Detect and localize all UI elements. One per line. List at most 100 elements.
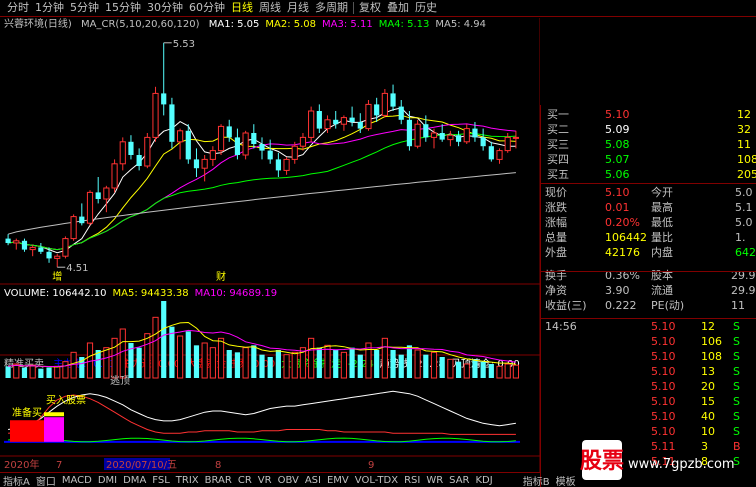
indicator-tab-12[interactable]: EMV — [324, 475, 352, 486]
indicator-tab-10[interactable]: OBV — [275, 475, 302, 486]
indicator-tab-17[interactable]: KDJ — [472, 475, 495, 486]
indicator-tab-18[interactable]: 指标B — [520, 473, 553, 487]
low-marker-label: 4.51 — [66, 263, 88, 274]
period-tab-9[interactable]: 多周期 — [312, 0, 351, 16]
candle-body — [423, 124, 429, 138]
volume-bar — [316, 347, 322, 378]
quote-panel: 买一 5.10 12 买二 5.09 32 买三 5.08 11 买四 5.07 108 买五 5.06 2… — [540, 105, 756, 487]
tick-row: 5.10 108 S — [541, 349, 756, 364]
volume-bar — [291, 351, 298, 379]
candle-body — [111, 163, 118, 189]
tick-volume: 106 — [701, 334, 722, 348]
indicator-tab-3[interactable]: DMI — [95, 475, 120, 486]
tick-volume: 10 — [701, 424, 715, 438]
bid-level-row: 买一 5.10 12 — [541, 107, 756, 122]
period-tab-10[interactable]: 复权 — [356, 0, 384, 16]
indicator-tab-0[interactable]: 指标A — [0, 473, 33, 487]
candle-body — [504, 136, 511, 152]
tick-time: 14:56 — [545, 319, 577, 333]
period-tab-7[interactable]: 周线 — [256, 0, 284, 16]
indicator-tab-16[interactable]: SAR — [446, 475, 472, 486]
indicator-tab-6[interactable]: TRIX — [173, 475, 202, 486]
candle-body — [267, 150, 273, 160]
candle-body — [308, 110, 315, 138]
volume-bar — [381, 337, 388, 379]
indicator-tab-15[interactable]: WR — [423, 475, 446, 486]
indicator-tab-5[interactable]: FSL — [149, 475, 173, 486]
indicator-tab-14[interactable]: RSI — [401, 475, 423, 486]
chart-svg[interactable]: 5.305.205.105.004.904.804.704.605.534.51… — [0, 18, 540, 472]
volume-bar — [496, 365, 503, 379]
watermark-url: www.7gpzb.com — [628, 457, 735, 472]
volume-bar — [423, 354, 429, 378]
indicator-tab-2[interactable]: MACD — [59, 475, 95, 486]
prepare-buy-block — [10, 420, 44, 442]
volume-bar — [103, 347, 110, 379]
period-tab-11[interactable]: 叠加 — [384, 0, 412, 16]
candle-body — [119, 141, 126, 165]
tick-price: 5.10 — [651, 424, 676, 438]
period-tab-6[interactable]: 日线 — [228, 0, 256, 16]
quote-stat-label: 净资 — [545, 283, 567, 297]
volume-bar — [512, 364, 519, 379]
volume-bar — [340, 351, 347, 379]
tick-price: 5.10 — [651, 364, 676, 378]
candle-body — [381, 92, 388, 116]
watermark-logo-text: 股票 — [580, 449, 624, 474]
volume-bar — [62, 361, 69, 379]
tick-price: 5.10 — [651, 334, 676, 348]
tick-price: 5.10 — [651, 394, 676, 408]
event-marker: 财 — [216, 270, 226, 283]
tick-volume: 13 — [701, 364, 715, 378]
volume-bar — [267, 357, 273, 378]
tick-side: S — [733, 334, 740, 348]
period-tab-1[interactable]: 1分钟 — [32, 0, 67, 16]
watermark: 股票 www.7gpzb.com — [580, 438, 756, 487]
volume-bar — [398, 354, 404, 378]
tick-side: S — [733, 364, 740, 378]
indicator-tab-11[interactable]: ASI — [302, 475, 324, 486]
period-tab-12[interactable]: 历史 — [412, 0, 440, 16]
indicator-tab-9[interactable]: VR — [255, 475, 275, 486]
quote-stat-label: 外盘 — [545, 246, 567, 259]
period-tab-2[interactable]: 5分钟 — [67, 0, 102, 16]
period-tab-3[interactable]: 15分钟 — [102, 0, 144, 16]
volume-bar — [13, 363, 20, 379]
candle-body — [128, 141, 134, 155]
candle-body — [38, 247, 44, 252]
volume-bar — [46, 367, 52, 378]
period-tab-0[interactable]: 分时 — [4, 0, 32, 16]
tick-side: S — [733, 394, 740, 408]
candle-body — [95, 192, 101, 199]
candle-body — [54, 255, 61, 259]
bid-level-row: 买四 5.07 108 — [541, 152, 756, 167]
bid-level-volume: 12 — [737, 108, 751, 121]
indicator-annotation-1: 买入股票 — [46, 395, 86, 407]
tick-row: 5.10 106 S — [541, 334, 756, 349]
volume-bar — [29, 364, 36, 379]
indicator-tab-7[interactable]: BRAR — [202, 475, 235, 486]
period-tab-5[interactable]: 60分钟 — [186, 0, 228, 16]
volume-bar — [38, 368, 44, 378]
candle-body — [79, 216, 85, 224]
period-tab-4[interactable]: 30分钟 — [144, 0, 186, 16]
tick-price: 5.10 — [651, 349, 676, 363]
quote-stat-value: 0.222 — [605, 298, 637, 312]
candle-body — [70, 216, 77, 240]
volume-bar — [349, 347, 355, 378]
quote-stat-value: 42176 — [605, 246, 640, 259]
quote-stat-row: 换手 0.36% 股本 29.9 — [541, 268, 756, 283]
volume-bar — [21, 367, 28, 378]
candle-body — [152, 92, 159, 138]
tick-row: 14:56 5.10 12 S — [541, 319, 756, 334]
indicator-tab-19[interactable]: 模板 — [553, 473, 579, 487]
candle-body — [251, 133, 257, 144]
period-tab-8[interactable]: 月线 — [284, 0, 312, 16]
indicator-tab-1[interactable]: 窗口 — [33, 473, 59, 487]
volume-bar — [374, 350, 380, 378]
high-marker-label: 5.53 — [173, 39, 195, 50]
candle-body — [177, 130, 184, 143]
indicator-tab-8[interactable]: CR — [235, 475, 255, 486]
indicator-tab-4[interactable]: DMA — [120, 475, 149, 486]
indicator-tab-13[interactable]: VOL-TDX — [352, 475, 401, 486]
